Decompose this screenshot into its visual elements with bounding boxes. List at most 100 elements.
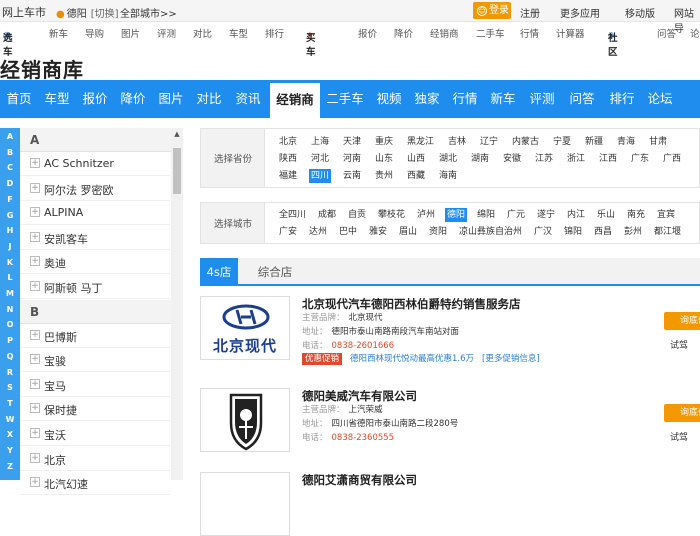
city-option[interactable]: 自贡 (346, 208, 368, 222)
alphabet-letter[interactable]: G (0, 211, 20, 220)
city-option[interactable]: 遂宁 (535, 208, 557, 222)
main-nav-item[interactable]: 评测 (522, 80, 562, 118)
city-option[interactable]: 资阳 (427, 225, 449, 239)
subnav-new-car[interactable]: 新车 (49, 26, 68, 40)
main-nav-item[interactable]: 问答 (563, 80, 601, 118)
brand-list-scrollbar[interactable]: ▲ (171, 128, 183, 480)
scrollbar-thumb[interactable] (173, 148, 181, 194)
province-option[interactable]: 云南 (341, 169, 363, 183)
city-option[interactable]: 都江堰 (652, 225, 683, 239)
subnav-pictures[interactable]: 图片 (121, 26, 140, 40)
city-option[interactable]: 攀枝花 (376, 208, 407, 222)
alphabet-letter[interactable]: W (0, 415, 20, 424)
subnav-forum[interactable]: 论 (690, 26, 700, 40)
expand-plus-icon[interactable]: + (30, 158, 40, 168)
subnav-market[interactable]: 行情 (520, 26, 539, 40)
alphabet-letter[interactable]: P (0, 336, 20, 345)
all-cities-link[interactable]: 全部城市>> (120, 5, 177, 20)
city-option[interactable]: 广汉 (532, 225, 554, 239)
main-nav-item[interactable]: 对比 (190, 80, 228, 118)
alphabet-letter[interactable]: K (0, 258, 20, 267)
brand-list-item[interactable]: + AC Schnitzer (20, 152, 170, 176)
tab-general-store[interactable]: 综合店 (250, 258, 300, 286)
city-option[interactable]: 乐山 (595, 208, 617, 222)
expand-plus-icon[interactable]: + (30, 452, 40, 463)
inquiry-button[interactable]: 询底价 (664, 404, 700, 422)
alphabet-letter[interactable]: J (0, 242, 20, 251)
dealer-name[interactable]: 德阳艾潇商贸有限公司 (302, 472, 417, 488)
promo-link[interactable]: 德阳西林现代悦动最高优惠1.6万 (350, 354, 474, 364)
city-option[interactable]: 绵阳 (475, 208, 497, 222)
province-option[interactable]: 山西 (405, 152, 427, 166)
brand-list-item[interactable]: + 阿斯顿 马丁 (20, 275, 170, 299)
city-option[interactable]: 广元 (505, 208, 527, 222)
subnav-calculator[interactable]: 计算器 (556, 26, 585, 40)
expand-plus-icon[interactable]: + (30, 182, 40, 193)
city-option[interactable]: 内江 (565, 208, 587, 222)
province-option[interactable]: 山东 (373, 152, 395, 166)
province-option[interactable]: 广西 (661, 152, 683, 166)
test-drive-link[interactable]: 试驾 (670, 338, 688, 351)
alphabet-letter[interactable]: Z (0, 462, 20, 471)
subnav-quote[interactable]: 报价 (358, 26, 377, 40)
city-option[interactable]: 泸州 (415, 208, 437, 222)
province-option[interactable]: 安徽 (501, 152, 523, 166)
province-option[interactable]: 贵州 (373, 169, 395, 183)
province-option[interactable]: 甘肃 (647, 135, 669, 149)
main-nav-item[interactable]: 论坛 (641, 80, 679, 118)
expand-plus-icon[interactable]: + (30, 231, 40, 242)
brand-list-item[interactable]: + 奥迪 (20, 250, 170, 275)
main-nav-item[interactable]: 报价 (76, 80, 114, 118)
alphabet-letter[interactable]: L (0, 273, 20, 282)
expand-plus-icon[interactable]: + (30, 281, 40, 291)
subnav-compare[interactable]: 对比 (193, 26, 212, 40)
brand-list-item[interactable]: + 宝沃 (20, 422, 170, 446)
alphabet-letter[interactable]: X (0, 430, 20, 439)
alphabet-letter[interactable]: O (0, 320, 20, 329)
main-nav-item[interactable]: 视频 (370, 80, 408, 118)
province-option[interactable]: 湖北 (437, 152, 459, 166)
province-option[interactable]: 青海 (615, 135, 637, 149)
expand-plus-icon[interactable]: + (30, 256, 40, 267)
alphabet-letter[interactable]: A (0, 132, 20, 141)
province-option[interactable]: 内蒙古 (510, 135, 541, 149)
province-option[interactable]: 海南 (437, 169, 459, 183)
test-drive-link[interactable]: 试驾 (670, 430, 688, 443)
province-option[interactable]: 天津 (341, 135, 363, 149)
switch-city-link[interactable]: [切换] (91, 9, 119, 20)
province-option[interactable]: 江苏 (533, 152, 555, 166)
tab-4s-store[interactable]: 4s店 (200, 258, 238, 286)
alphabet-letter[interactable]: H (0, 226, 20, 235)
city-option[interactable]: 南充 (625, 208, 647, 222)
province-option[interactable]: 广东 (629, 152, 651, 166)
dealer-logo[interactable] (200, 388, 290, 452)
expand-plus-icon[interactable]: + (30, 477, 40, 488)
main-nav-item[interactable]: 行情 (446, 80, 484, 118)
province-option[interactable]: 辽宁 (478, 135, 500, 149)
province-option[interactable]: 西藏 (405, 169, 427, 183)
main-nav-item[interactable]: 排行 (603, 80, 641, 118)
alphabet-letter[interactable]: F (0, 195, 20, 204)
city-option[interactable]: 眉山 (397, 225, 419, 239)
province-option[interactable]: 浙江 (565, 152, 587, 166)
alphabet-letter[interactable]: S (0, 383, 20, 392)
province-option[interactable]: 吉林 (446, 135, 468, 149)
alphabet-letter[interactable]: Y (0, 446, 20, 455)
brand-list-item[interactable]: + 北汽幻速 (20, 471, 170, 496)
mobile-link[interactable]: 移动版 (625, 5, 655, 20)
main-nav-item[interactable]: 车型 (38, 80, 76, 118)
alphabet-letter[interactable]: B (0, 148, 20, 157)
register-link[interactable]: 注册 (520, 5, 540, 20)
inquiry-button[interactable]: 询底价 (664, 312, 700, 330)
city-option[interactable]: 锦阳 (562, 225, 584, 239)
alphabet-letter[interactable]: R (0, 368, 20, 377)
brand-list-item[interactable]: + 北京 (20, 447, 170, 471)
dealer-logo[interactable] (200, 472, 290, 536)
subnav-dealers[interactable]: 经销商 (430, 26, 459, 40)
city-option[interactable]: 凉山彝族自治州 (457, 225, 524, 239)
province-option[interactable]: 新疆 (583, 135, 605, 149)
dealer-name[interactable]: 德阳美威汽车有限公司 (302, 388, 417, 404)
brand-list-item[interactable]: + 宝马 (20, 373, 170, 397)
subnav-ranking[interactable]: 排行 (265, 26, 284, 40)
city-option[interactable]: 德阳 (445, 208, 468, 222)
